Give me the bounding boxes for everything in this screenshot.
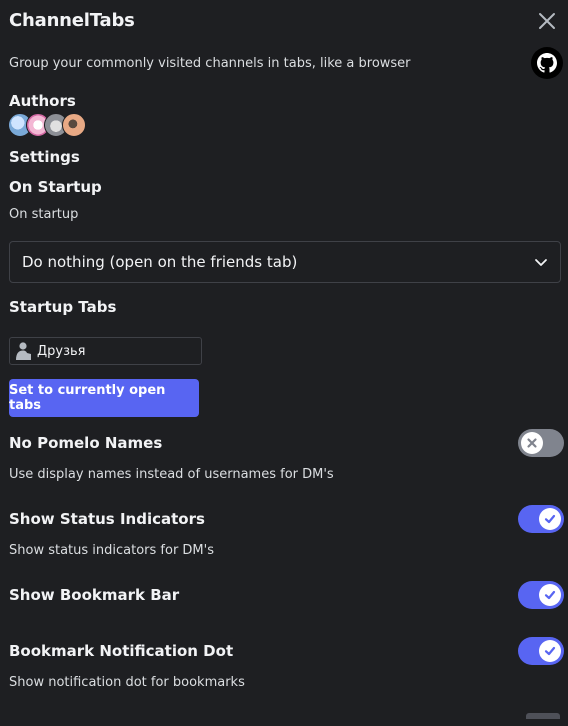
toggle-knob (521, 432, 543, 454)
chevron-down-icon (535, 259, 547, 266)
toggle-knob (539, 508, 561, 530)
next-toggle-partial[interactable] (526, 713, 560, 719)
bookmark-notification-dot-title: Bookmark Notification Dot (9, 642, 234, 660)
show-status-indicators-title: Show Status Indicators (9, 510, 205, 528)
on-startup-select[interactable]: Do nothing (open on the friends tab) (9, 241, 561, 283)
plugin-title: ChannelTabs (9, 10, 135, 31)
set-current-tabs-button[interactable]: Set to currently open tabs (9, 379, 199, 417)
close-icon (527, 438, 537, 448)
on-startup-description: On startup (9, 207, 79, 222)
author-avatars (8, 113, 86, 137)
friends-icon (16, 342, 31, 360)
bookmark-notification-dot-description: Show notification dot for bookmarks (9, 675, 245, 690)
close-button[interactable] (536, 10, 558, 32)
show-bookmark-bar-title: Show Bookmark Bar (9, 586, 180, 604)
bookmark-notification-dot-toggle[interactable] (518, 637, 564, 665)
no-pomelo-names-title: No Pomelo Names (9, 434, 163, 452)
toggle-knob (539, 640, 561, 662)
startup-tabs-title: Startup Tabs (9, 298, 117, 316)
github-button[interactable] (531, 47, 563, 79)
show-status-indicators-toggle[interactable] (518, 505, 564, 533)
checkmark-icon (544, 514, 556, 524)
plugin-description: Group your commonly visited channels in … (9, 56, 411, 71)
close-icon (539, 13, 555, 29)
checkmark-icon (544, 590, 556, 600)
show-bookmark-bar-toggle[interactable] (518, 581, 564, 609)
on-startup-title: On Startup (9, 178, 102, 196)
startup-tab-item[interactable]: Друзья (9, 337, 202, 365)
show-status-indicators-description: Show status indicators for DM's (9, 543, 214, 558)
checkmark-icon (544, 646, 556, 656)
on-startup-selected-value: Do nothing (open on the friends tab) (22, 253, 298, 271)
startup-tab-label: Друзья (37, 343, 86, 359)
toggle-knob (539, 584, 561, 606)
no-pomelo-names-description: Use display names instead of usernames f… (9, 467, 334, 482)
no-pomelo-names-toggle[interactable] (518, 429, 564, 457)
avatar[interactable] (62, 113, 86, 137)
github-icon (537, 53, 557, 73)
authors-label: Authors (9, 92, 76, 110)
settings-heading: Settings (9, 148, 80, 166)
